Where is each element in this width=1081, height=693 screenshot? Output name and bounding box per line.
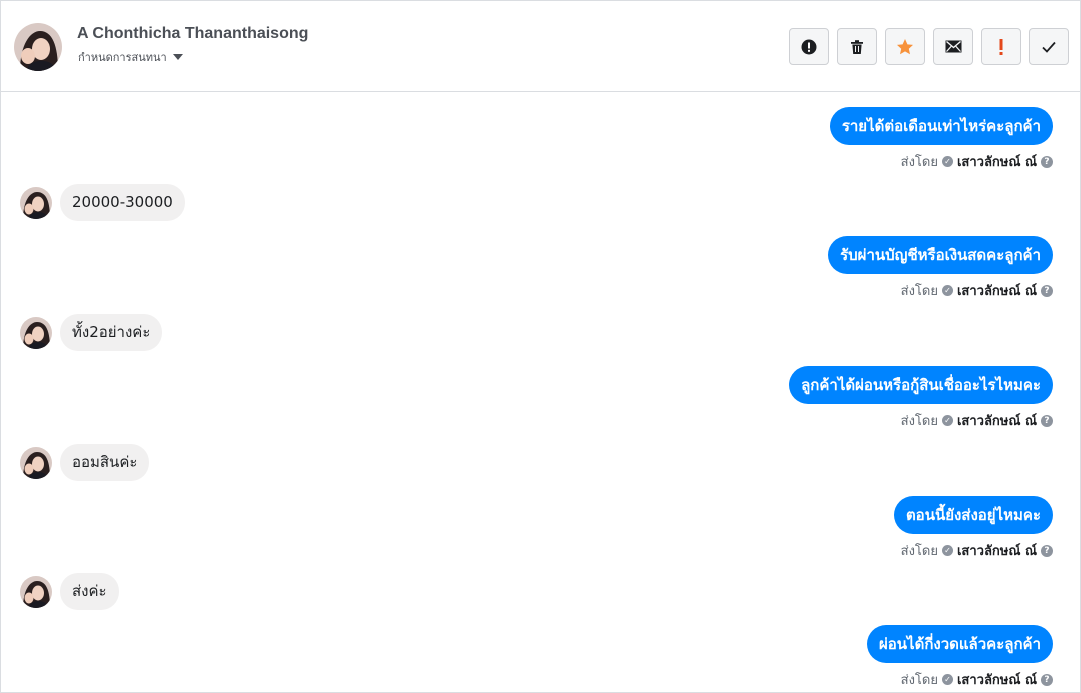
check-badge-icon: ✓ <box>941 545 953 556</box>
mark-done-button[interactable] <box>1029 28 1069 65</box>
message-row: ทั้ง2อย่างค่ะ <box>1 314 1080 352</box>
agent-name[interactable]: เสาวลักษณ์ ณ์ <box>957 410 1037 431</box>
mark-unread-button[interactable] <box>933 28 973 65</box>
agent-name[interactable]: เสาวลักษณ์ ณ์ <box>957 669 1037 690</box>
message-row: ออมสินค่ะ <box>1 444 1080 482</box>
outgoing-message[interactable]: ผ่อนได้กี่งวดแล้วคะลูกค้า <box>866 625 1053 663</box>
message-sender-meta: ส่งโดย ✓ เสาวลักษณ์ ณ์ ? <box>901 410 1053 431</box>
checkmark-icon <box>1042 41 1056 53</box>
outgoing-message[interactable]: ลูกค้าได้ผ่อนหรือกู้สินเชื่ออะไรไหมคะ <box>789 366 1053 404</box>
assign-conversation-label: กำหนดการสนทนา <box>78 51 167 64</box>
sent-by-label: ส่งโดย <box>900 284 938 299</box>
report-spam-button[interactable] <box>789 28 829 65</box>
message-row: ส่งค่ะ <box>1 573 1080 611</box>
message-thread: รายได้ต่อเดือนเท่าไหร่คะลูกค้า ส่งโดย ✓ … <box>1 92 1080 692</box>
check-badge-icon: ✓ <box>941 674 953 685</box>
contact-avatar-small[interactable] <box>20 187 52 219</box>
help-icon[interactable]: ? <box>1041 284 1053 297</box>
sent-by-label: ส่งโดย <box>900 155 938 170</box>
assign-conversation-dropdown[interactable]: กำหนดการสนทนา <box>78 48 183 66</box>
message-sender-meta: ส่งโดย ✓ เสาวลักษณ์ ณ์ ? <box>901 280 1053 301</box>
conversation-header: A Chonthicha Thananthaisong กำหนดการสนทน… <box>1 1 1080 92</box>
agent-name[interactable]: เสาวลักษณ์ ณ์ <box>957 151 1037 172</box>
contact-avatar-small[interactable] <box>20 447 52 479</box>
star-button[interactable] <box>885 28 925 65</box>
envelope-icon <box>945 40 961 53</box>
message-row: ผ่อนได้กี่งวดแล้วคะลูกค้า ส่งโดย ✓ เสาวล… <box>1 625 1080 692</box>
trash-icon <box>851 39 863 54</box>
outgoing-message[interactable]: รับผ่านบัญชีหรือเงินสดคะลูกค้า <box>828 236 1053 274</box>
incoming-message[interactable]: 20000-30000 <box>60 184 185 221</box>
star-icon <box>897 38 913 54</box>
contact-avatar-small[interactable] <box>20 576 52 608</box>
help-icon[interactable]: ? <box>1041 155 1053 168</box>
message-row: ตอนนี้ยังส่งอยู่ไหมคะ ส่งโดย ✓ เสาวลักษณ… <box>1 496 1080 566</box>
exclamation-icon <box>999 38 1003 55</box>
delete-button[interactable] <box>837 28 877 65</box>
alert-circle-icon <box>801 39 817 54</box>
message-row: รับผ่านบัญชีหรือเงินสดคะลูกค้า ส่งโดย ✓ … <box>1 236 1080 306</box>
check-badge-icon: ✓ <box>941 156 953 167</box>
incoming-message[interactable]: ส่งค่ะ <box>60 573 119 610</box>
sent-by-label: ส่งโดย <box>900 673 938 688</box>
message-row: รายได้ต่อเดือนเท่าไหร่คะลูกค้า ส่งโดย ✓ … <box>1 107 1080 177</box>
sent-by-label: ส่งโดย <box>900 544 938 559</box>
help-icon[interactable]: ? <box>1041 414 1053 427</box>
incoming-message[interactable]: ทั้ง2อย่างค่ะ <box>60 314 163 351</box>
contact-name: A Chonthicha Thananthaisong <box>77 25 309 42</box>
agent-name[interactable]: เสาวลักษณ์ ณ์ <box>957 540 1037 561</box>
sent-by-label: ส่งโดย <box>900 414 938 429</box>
contact-avatar[interactable] <box>14 23 62 71</box>
message-row: ลูกค้าได้ผ่อนหรือกู้สินเชื่ออะไรไหมคะ ส่… <box>1 366 1080 436</box>
message-row: 20000-30000 <box>1 184 1080 222</box>
caret-down-icon <box>172 54 183 60</box>
conversation-window: A Chonthicha Thananthaisong กำหนดการสนทน… <box>0 0 1081 693</box>
help-icon[interactable]: ? <box>1041 673 1053 686</box>
agent-name[interactable]: เสาวลักษณ์ ณ์ <box>957 280 1037 301</box>
message-sender-meta: ส่งโดย ✓ เสาวลักษณ์ ณ์ ? <box>901 669 1053 690</box>
help-icon[interactable]: ? <box>1041 544 1053 557</box>
header-actions <box>789 28 1069 65</box>
message-sender-meta: ส่งโดย ✓ เสาวลักษณ์ ณ์ ? <box>901 151 1053 172</box>
check-badge-icon: ✓ <box>941 285 953 296</box>
incoming-message[interactable]: ออมสินค่ะ <box>60 444 150 481</box>
outgoing-message[interactable]: รายได้ต่อเดือนเท่าไหร่คะลูกค้า <box>829 107 1053 145</box>
check-badge-icon: ✓ <box>941 415 953 426</box>
contact-avatar-small[interactable] <box>20 317 52 349</box>
mark-important-button[interactable] <box>981 28 1021 65</box>
message-sender-meta: ส่งโดย ✓ เสาวลักษณ์ ณ์ ? <box>901 540 1053 561</box>
outgoing-message[interactable]: ตอนนี้ยังส่งอยู่ไหมคะ <box>893 496 1053 534</box>
